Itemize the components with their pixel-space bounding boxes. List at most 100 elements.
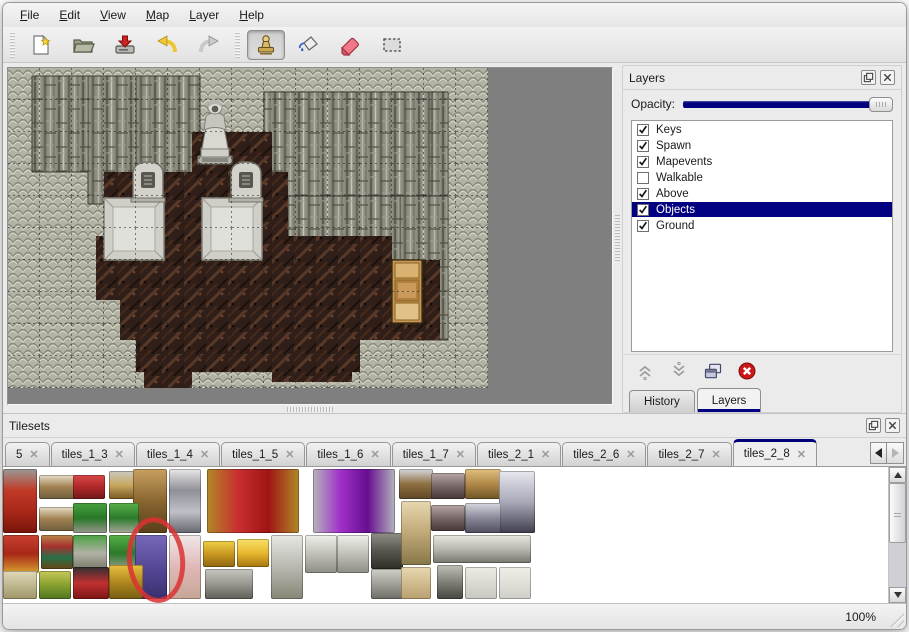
layer-visibility-checkbox[interactable]	[637, 220, 649, 232]
tile-chain-gold[interactable]	[203, 541, 235, 567]
tile-ledge-stone[interactable]	[433, 535, 531, 563]
tile-gate-metal[interactable]	[169, 469, 201, 533]
tile-cushion-red[interactable]	[73, 475, 105, 499]
tile-gargoyle-white-left[interactable]	[305, 535, 337, 573]
tile-stool-dark-red[interactable]	[73, 567, 109, 599]
tile-loom-a[interactable]	[39, 475, 77, 499]
tile-armor-pile[interactable]	[465, 503, 501, 533]
scrollbar-track[interactable]	[889, 483, 906, 587]
layer-visibility-checkbox[interactable]	[637, 172, 649, 184]
eraser-tool-button[interactable]	[331, 30, 369, 60]
scrollbar-thumb[interactable]	[889, 483, 906, 543]
toolbar-handle[interactable]	[10, 32, 15, 58]
menu-layer[interactable]: Layer	[180, 5, 228, 25]
close-tab-icon[interactable]: ✕	[541, 448, 550, 461]
close-tab-icon[interactable]: ✕	[456, 448, 465, 461]
layer-visibility-checkbox[interactable]	[637, 156, 649, 168]
tile-block-light-a[interactable]	[465, 567, 497, 599]
close-tab-icon[interactable]: ✕	[370, 448, 379, 461]
save-button[interactable]	[106, 30, 144, 60]
menu-help[interactable]: Help	[230, 5, 273, 25]
tile-banner-emblem[interactable]	[3, 535, 39, 573]
close-tab-icon[interactable]: ✕	[285, 448, 294, 461]
layer-visibility-checkbox[interactable]	[637, 140, 649, 152]
tile-obelisk[interactable]	[401, 501, 431, 565]
horizontal-splitter[interactable]	[7, 405, 613, 413]
layer-row-ground[interactable]: Ground	[632, 218, 892, 233]
layer-row-objects[interactable]: Objects	[632, 202, 892, 217]
tile-cross-gold[interactable]	[109, 565, 143, 599]
vertical-splitter[interactable]	[613, 63, 622, 413]
tile-statue-hooded[interactable]	[271, 535, 303, 599]
fill-tool-button[interactable]	[289, 30, 327, 60]
menu-map[interactable]: Map	[137, 5, 178, 25]
tile-urn-pedestal[interactable]	[371, 569, 403, 599]
close-panel-icon[interactable]	[885, 418, 900, 433]
tile-gargoyle-white-right[interactable]	[337, 535, 369, 573]
tab-layers[interactable]: Layers	[697, 388, 762, 412]
rect-select-tool-button[interactable]	[373, 30, 411, 60]
tileset-tab-tiles_1_4[interactable]: tiles_1_4✕	[136, 442, 220, 466]
tile-pillar[interactable]	[437, 565, 463, 599]
menu-view[interactable]: View	[91, 5, 135, 25]
tile-flag-green[interactable]	[39, 571, 71, 599]
delete-layer-button[interactable]	[735, 359, 759, 383]
map-canvas[interactable]	[7, 67, 613, 405]
layer-row-keys[interactable]: Keys	[632, 122, 892, 137]
float-panel-icon[interactable]	[861, 70, 876, 85]
raise-layer-button[interactable]	[633, 359, 657, 383]
tileset-scrollbar[interactable]	[888, 467, 906, 603]
opacity-slider[interactable]	[683, 96, 893, 112]
layer-row-walkable[interactable]: Walkable	[632, 170, 892, 185]
undo-button[interactable]	[148, 30, 186, 60]
tile-portrait-king[interactable]	[399, 469, 433, 499]
tab-history[interactable]: History	[629, 390, 695, 412]
close-tab-icon[interactable]: ✕	[712, 448, 721, 461]
tile-rock-pile[interactable]	[205, 569, 253, 599]
close-tab-icon[interactable]: ✕	[626, 448, 635, 461]
scroll-tabs-left-icon[interactable]	[870, 442, 887, 464]
close-tab-icon[interactable]: ✕	[115, 448, 124, 461]
tileset-tab-tiles_2_1[interactable]: tiles_2_1✕	[477, 442, 561, 466]
tileset-tab-tiles_1_5[interactable]: tiles_1_5✕	[221, 442, 305, 466]
tileset-tab-tiles_2_6[interactable]: tiles_2_6✕	[562, 442, 646, 466]
open-button[interactable]	[64, 30, 102, 60]
close-tab-icon[interactable]: ✕	[797, 448, 806, 461]
scroll-down-icon[interactable]	[889, 587, 906, 603]
menu-file[interactable]: File	[11, 5, 48, 25]
tile-gargoyle-dark[interactable]	[371, 533, 403, 569]
tile-bed[interactable]	[169, 535, 201, 599]
tile-palm-pot[interactable]	[73, 535, 107, 571]
close-panel-icon[interactable]	[880, 70, 895, 85]
tile-metal-case-a[interactable]	[431, 473, 465, 499]
tile-metal-case-b[interactable]	[431, 505, 465, 531]
tile-block-light-b[interactable]	[499, 567, 531, 599]
layer-visibility-checkbox[interactable]	[637, 124, 649, 136]
tileset-tab-tiles_1_6[interactable]: tiles_1_6✕	[306, 442, 390, 466]
resize-grip[interactable]	[888, 611, 904, 627]
layer-visibility-checkbox[interactable]	[637, 204, 649, 216]
stamp-tool-button[interactable]	[247, 30, 285, 60]
tile-throne-purple[interactable]	[313, 469, 395, 533]
tile-obelisk-small[interactable]	[401, 567, 431, 599]
duplicate-layer-button[interactable]	[701, 359, 725, 383]
layer-row-above[interactable]: Above	[632, 186, 892, 201]
toolbar-handle[interactable]	[235, 32, 240, 58]
tile-gold-pile[interactable]	[237, 539, 269, 567]
layer-visibility-checkbox[interactable]	[637, 188, 649, 200]
tileset-grid[interactable]	[3, 467, 888, 603]
tileset-tab-tiles_1_7[interactable]: tiles_1_7✕	[392, 442, 476, 466]
tile-parchment[interactable]	[3, 571, 37, 599]
tile-palm-plant[interactable]	[73, 503, 107, 533]
tileset-tab-tiles_2_8[interactable]: tiles_2_8✕	[733, 439, 817, 466]
layer-row-spawn[interactable]: Spawn	[632, 138, 892, 153]
tile-throne-red[interactable]	[207, 469, 299, 533]
tile-bookshelf[interactable]	[41, 535, 73, 569]
opacity-slider-handle[interactable]	[869, 97, 893, 112]
menu-edit[interactable]: Edit	[50, 5, 89, 25]
close-tab-icon[interactable]: ✕	[29, 448, 38, 461]
tileset-tab-5[interactable]: 5✕	[5, 442, 50, 466]
tileset-tab-tiles_2_7[interactable]: tiles_2_7✕	[647, 442, 731, 466]
tile-loom-b[interactable]	[39, 507, 77, 531]
tile-banner-red[interactable]	[3, 469, 37, 533]
